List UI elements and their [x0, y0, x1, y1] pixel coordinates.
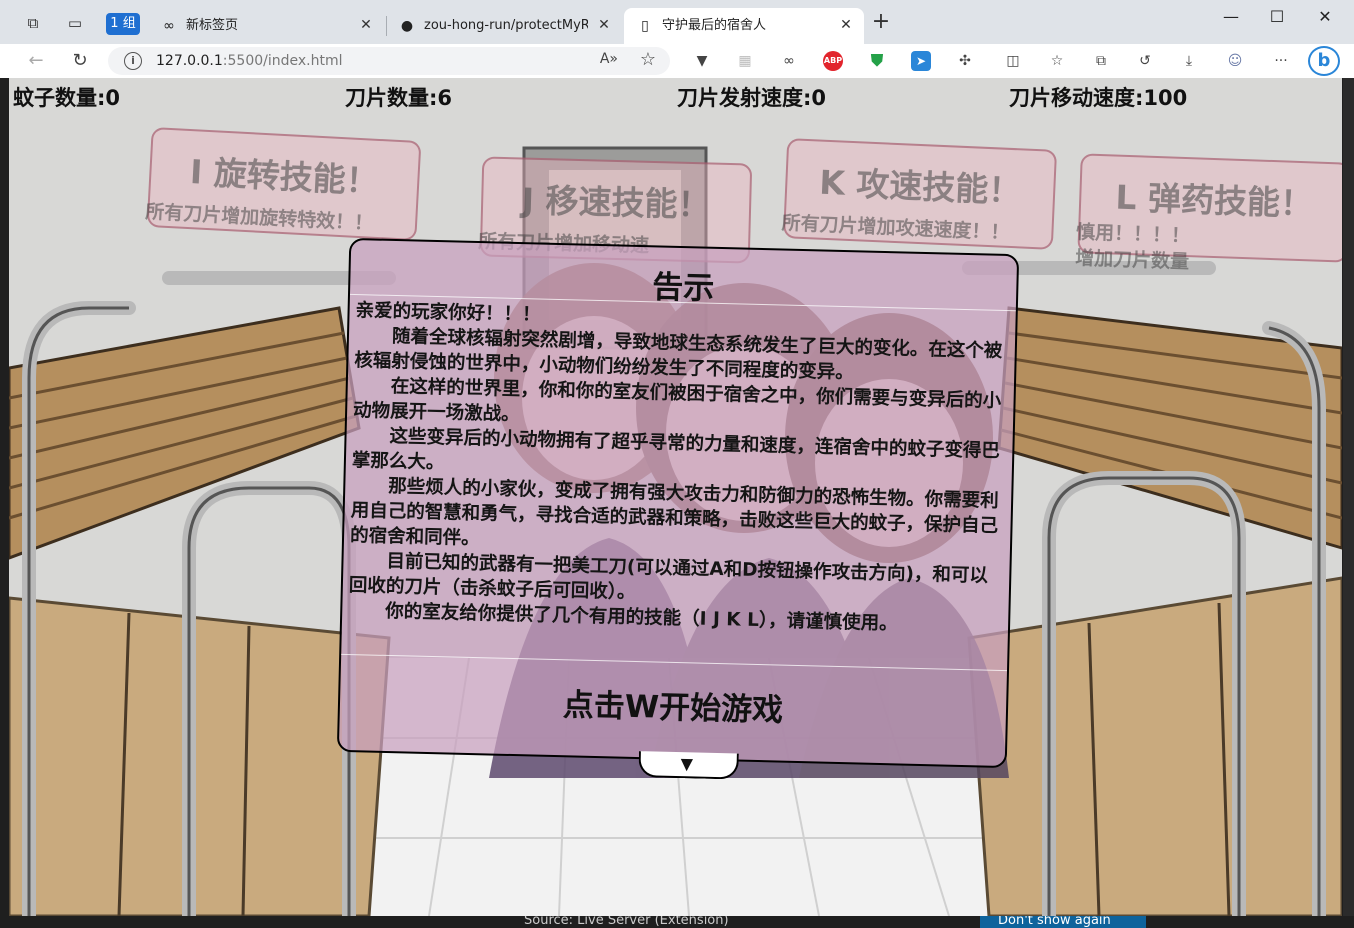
- tab-title: 守护最后的宿舍人: [662, 18, 767, 33]
- copilot-icon[interactable]: b: [1308, 46, 1340, 76]
- skill-desc: 所有刀片增加攻速速度！！: [781, 212, 1010, 244]
- browser-toolbar: ← ↻ i 127.0.0.1:5500/index.html A» ☆ ▼ ▦…: [0, 44, 1354, 78]
- extensions-puzzle-icon[interactable]: ✣: [955, 51, 975, 71]
- split-screen-icon[interactable]: ◫: [1003, 51, 1023, 71]
- hud-move-speed: 刀片移动速度:100: [1009, 86, 1188, 110]
- tab-strip: ⧉ ▭ 1 组 ∞ 新标签页 ✕ ● zou-hong-run/protectM…: [0, 0, 1354, 44]
- tab-title: 新标签页: [186, 18, 239, 33]
- history-icon[interactable]: ↺: [1135, 51, 1155, 71]
- shield-extension-icon[interactable]: ⛊: [867, 51, 887, 71]
- vscode-notification-strip: Source: Live Server (Extension) Don't sh…: [0, 916, 1354, 928]
- divider: [341, 653, 1008, 672]
- notice-body: 亲爱的玩家你好！！！ 随着全球核辐射突然剧增，导致地球生态系统发生了巨大的变化。…: [348, 298, 1006, 639]
- site-info-icon[interactable]: i: [124, 52, 142, 70]
- skill-title: K 攻速技能！: [818, 162, 1023, 211]
- close-window-icon[interactable]: ✕: [1310, 6, 1340, 28]
- back-icon[interactable]: ←: [24, 49, 48, 73]
- infinity-extension-icon[interactable]: ∞: [779, 51, 799, 71]
- favorites-icon[interactable]: ☆: [1047, 51, 1067, 71]
- telegram-extension-icon[interactable]: ➤: [911, 51, 931, 71]
- downloads-icon[interactable]: ⤓: [1179, 51, 1199, 71]
- tab-actions-icon[interactable]: ▭: [64, 12, 86, 34]
- tab-new-tab[interactable]: ∞ 新标签页 ✕: [148, 8, 384, 44]
- skill-title: I 旋转技能！: [189, 152, 380, 201]
- skill-card-ammo[interactable]: L 弹药技能！ 慎用！！！！ 增加刀片数量: [1075, 153, 1342, 273]
- skill-desc-2: 增加刀片数量: [1074, 247, 1190, 274]
- favorite-star-icon[interactable]: ☆: [640, 49, 656, 70]
- close-icon[interactable]: ✕: [594, 15, 614, 35]
- arrow-down-icon: ▼: [680, 754, 694, 774]
- close-icon[interactable]: ✕: [356, 15, 376, 35]
- address-bar[interactable]: i 127.0.0.1:5500/index.html A» ☆: [108, 47, 670, 75]
- maximize-icon[interactable]: ☐: [1262, 6, 1292, 28]
- collections-icon[interactable]: ⧉: [1091, 51, 1111, 71]
- close-icon[interactable]: ✕: [836, 15, 856, 35]
- start-game-hint[interactable]: 点击W开始游戏: [340, 674, 1007, 735]
- notification-source: Source: Live Server (Extension): [524, 916, 729, 928]
- infinity-icon: ∞: [163, 18, 175, 34]
- side-strip: [1343, 78, 1354, 916]
- page-icon: ▯: [641, 18, 649, 34]
- minimize-icon[interactable]: —: [1216, 6, 1246, 28]
- github-icon: ●: [400, 18, 414, 34]
- hud-blade-count: 刀片数量:6: [345, 86, 453, 110]
- tab-game[interactable]: ▯ 守护最后的宿舍人 ✕: [624, 8, 864, 44]
- tab-title: zou-hong-run/protectMyRoom: [424, 18, 588, 33]
- hud-fire-rate: 刀片发射速度:0: [677, 86, 827, 110]
- profile-icon[interactable]: ☺: [1225, 51, 1245, 71]
- grid-extension-icon[interactable]: ▦: [735, 51, 755, 71]
- player-knife-tab: ▼: [638, 751, 739, 780]
- dont-show-again-button[interactable]: Don't show again: [980, 916, 1146, 928]
- url-text: 127.0.0.1:5500/index.html: [156, 53, 343, 69]
- new-tab-button[interactable]: +: [870, 11, 892, 34]
- game-viewport: 蚊子数量:0 刀片数量:6 刀片发射速度:0 刀片移动速度:100 I 旋转技能…: [9, 78, 1342, 916]
- skill-card-attack-speed[interactable]: K 攻速技能！ 所有刀片增加攻速速度！！: [781, 138, 1058, 250]
- hud-mosquito-count: 蚊子数量:0: [13, 86, 121, 110]
- refresh-icon[interactable]: ↻: [68, 49, 92, 73]
- notice-panel: 告示 亲爱的玩家你好！！！ 随着全球核辐射突然剧增，导致地球生态系统发生了巨大的…: [336, 237, 1020, 780]
- read-aloud-icon[interactable]: A»: [600, 51, 618, 67]
- adblock-icon[interactable]: ABP: [823, 51, 843, 71]
- skill-card-rotate[interactable]: I 旋转技能！ 所有刀片增加旋转特效！！: [145, 127, 422, 241]
- vimium-extension-icon[interactable]: ▼: [692, 51, 712, 71]
- tab-github[interactable]: ● zou-hong-run/protectMyRoom ✕: [386, 8, 622, 44]
- more-menu-icon[interactable]: ···: [1271, 51, 1291, 71]
- workspaces-icon[interactable]: ⧉: [22, 12, 44, 34]
- skill-title: J 移速技能！: [521, 180, 712, 225]
- tab-group-badge[interactable]: 1 组: [106, 13, 140, 35]
